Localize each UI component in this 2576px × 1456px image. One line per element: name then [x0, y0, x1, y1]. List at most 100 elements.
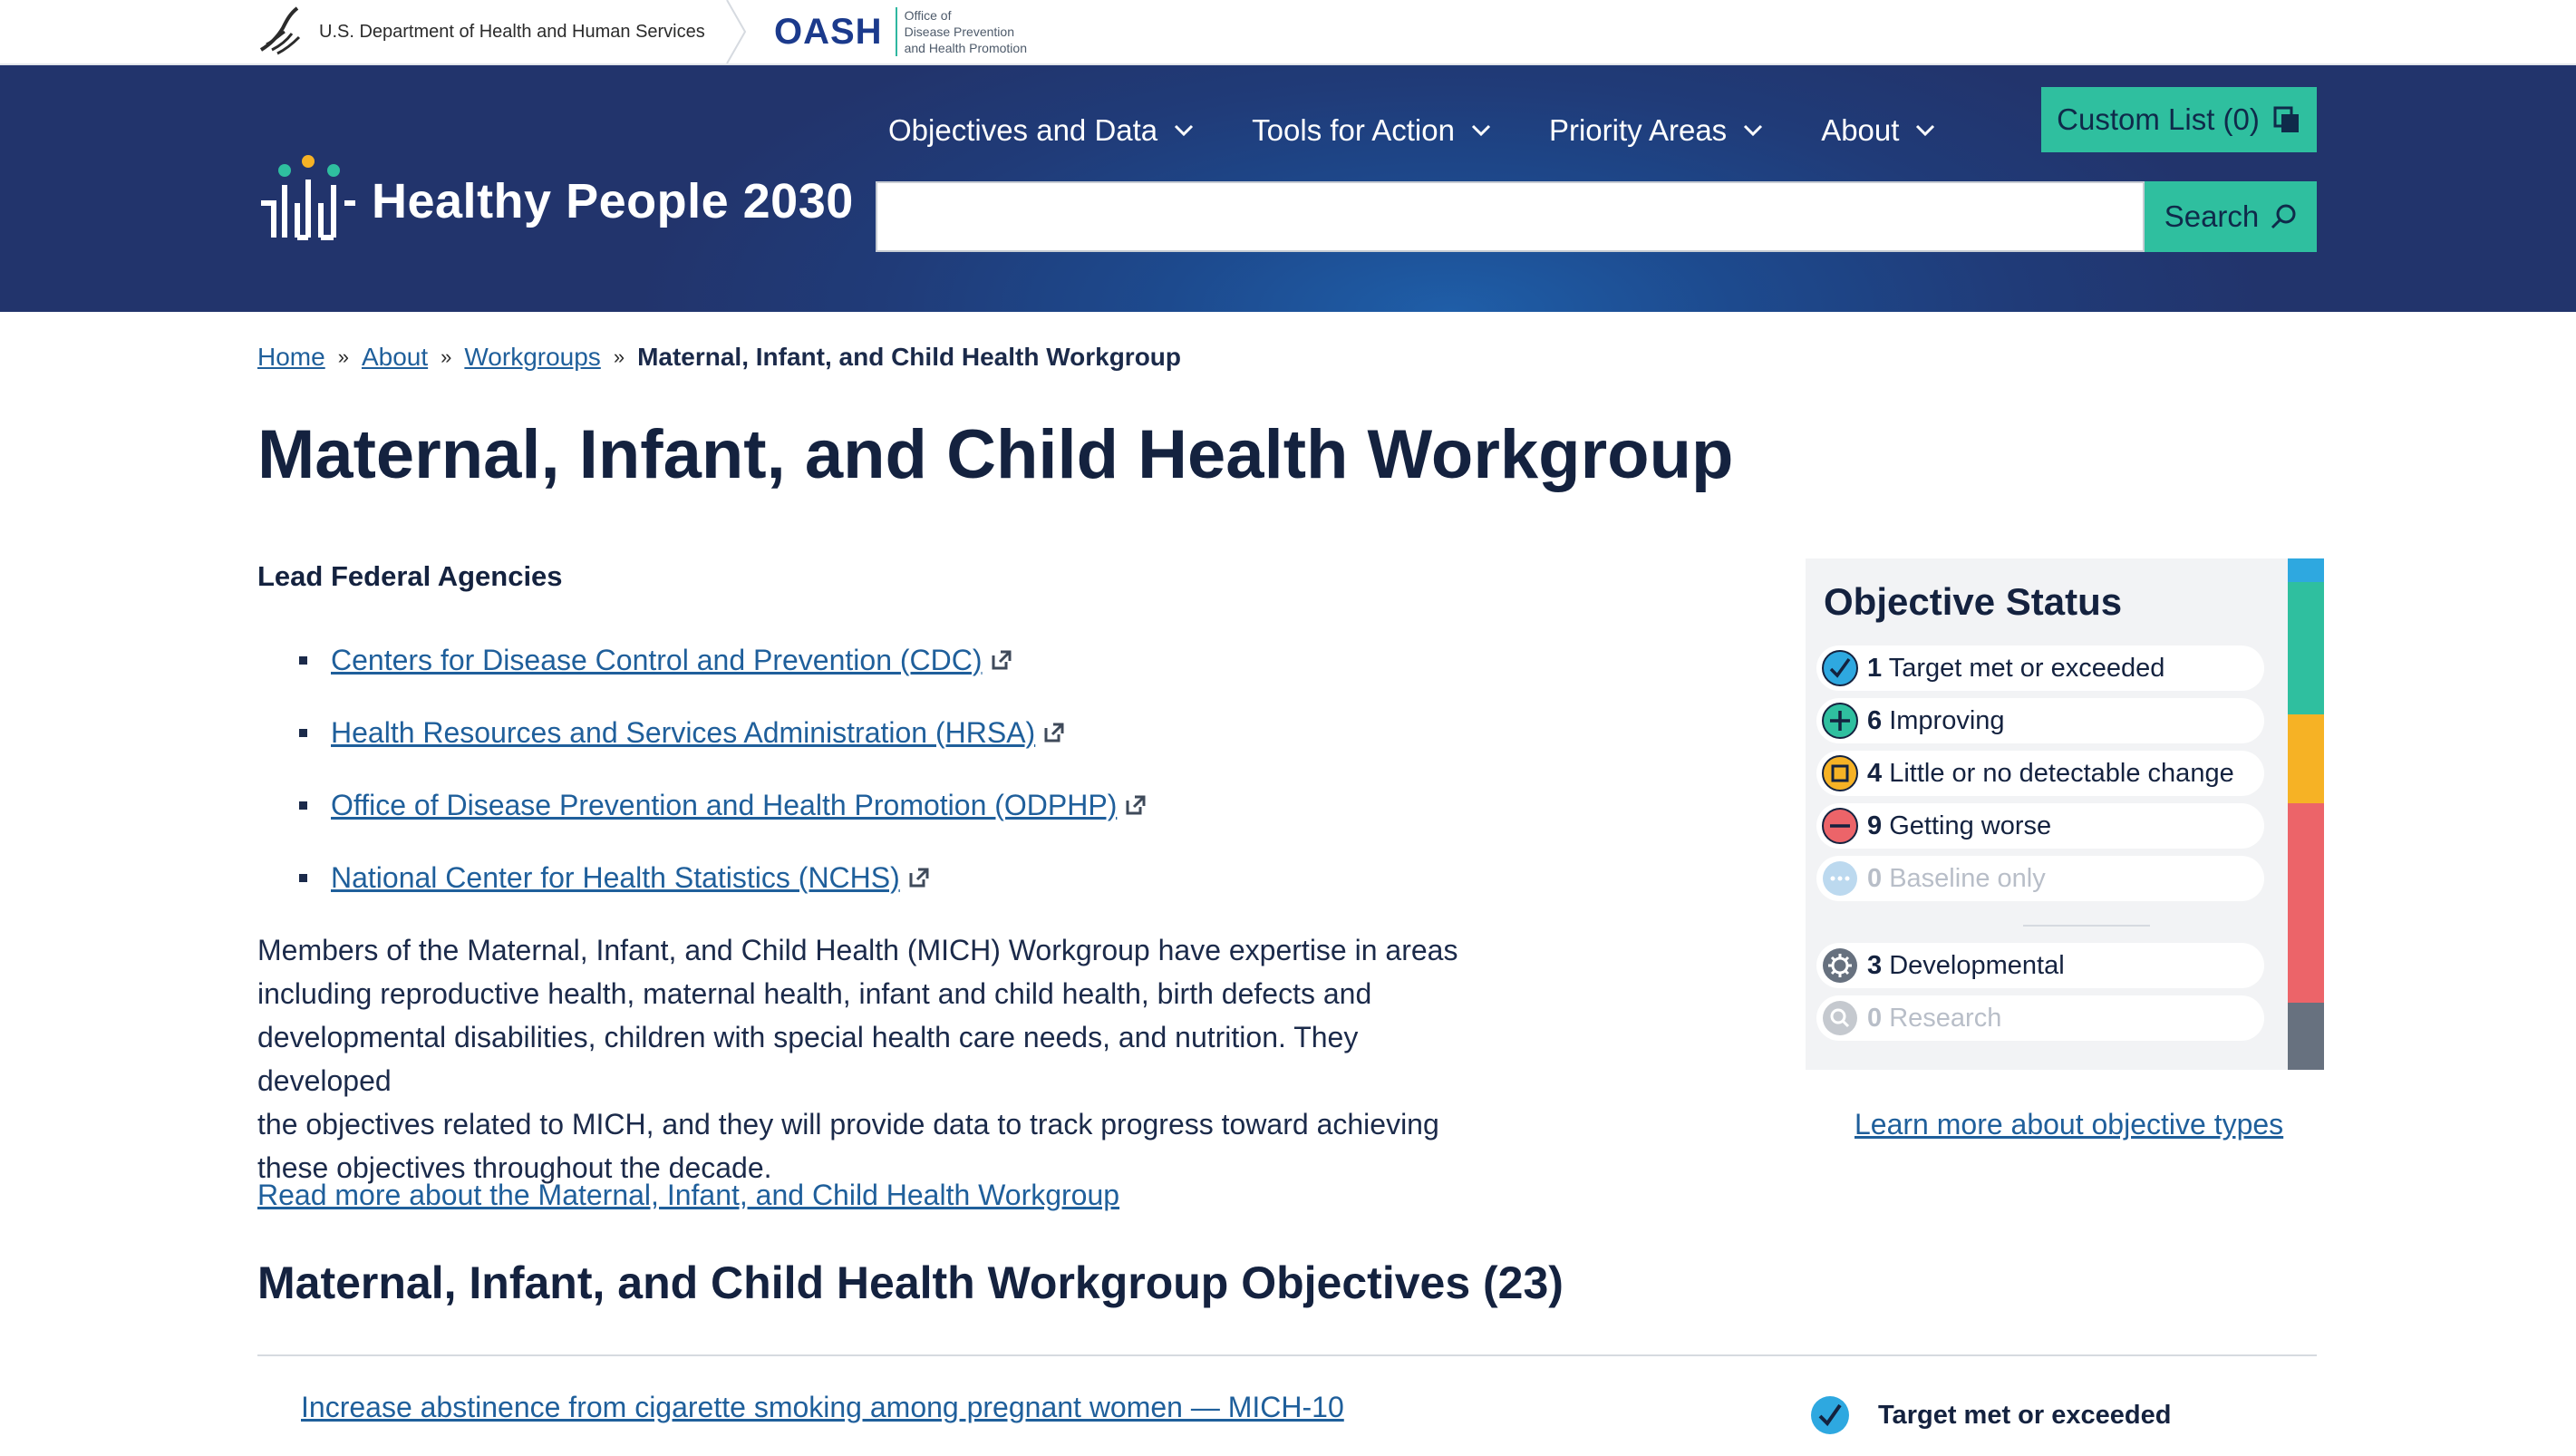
gov-banner: U.S. Department of Health and Human Serv…: [0, 0, 2576, 65]
square-icon: [1822, 755, 1858, 791]
oash-sub-line: Office of: [904, 8, 952, 23]
main-nav: Objectives and Data Tools for Action Pri…: [888, 105, 1993, 156]
status-bar-little-change: [2288, 714, 2324, 803]
description-line: developmental disabilities, children wit…: [257, 1021, 1359, 1097]
list-item: National Center for Health Statistics (N…: [299, 841, 1148, 914]
status-count: 0: [1867, 1003, 1883, 1033]
breadcrumb-workgroups[interactable]: Workgroups: [464, 343, 600, 372]
search-button[interactable]: Search: [2145, 181, 2317, 252]
description-line: the objectives related to MICH, and they…: [257, 1108, 1439, 1141]
site-header: Healthy People 2030 Objectives and Data …: [0, 65, 2576, 312]
external-link-icon: [1126, 795, 1146, 815]
search-button-label: Search: [2164, 199, 2260, 233]
divider: [257, 1354, 2317, 1356]
chevron-down-icon: [1916, 124, 1935, 137]
objective-status-panel: Objective Status 1 Target met or exceede…: [1806, 558, 2324, 1070]
description-line: Members of the Maternal, Infant, and Chi…: [257, 934, 1458, 966]
chevron-down-icon: [1471, 124, 1491, 137]
status-panel-title: Objective Status: [1824, 580, 2123, 623]
objective-status: Target met or exceeded: [1809, 1393, 2171, 1438]
status-bar-target-met: [2288, 558, 2324, 582]
status-row-baseline-only: 0 Baseline only: [1816, 856, 2264, 901]
learn-more-objective-types-link[interactable]: Learn more about objective types: [1855, 1108, 2283, 1141]
status-count: 0: [1867, 863, 1883, 893]
status-label: Research: [1889, 1003, 2002, 1033]
oash-link[interactable]: OASH Office of Disease Prevention and He…: [774, 0, 1027, 63]
nav-tools-for-action[interactable]: Tools for Action: [1252, 113, 1491, 148]
search-icon: [2271, 204, 2296, 229]
status-row-getting-worse[interactable]: 9 Getting worse: [1816, 803, 2264, 849]
bullet-icon: [299, 873, 307, 882]
nav-objectives-and-data[interactable]: Objectives and Data: [888, 113, 1194, 148]
nav-label: About: [1821, 113, 1900, 147]
breadcrumb: Home » About » Workgroups » Maternal, In…: [257, 337, 1181, 377]
objective-status-label: Target met or exceeded: [1878, 1400, 2172, 1430]
status-label: Target met or exceeded: [1888, 653, 2165, 683]
status-label: Little or no detectable change: [1889, 758, 2234, 788]
breadcrumb-current: Maternal, Infant, and Child Health Workg…: [637, 343, 1182, 371]
list-item: Centers for Disease Control and Preventi…: [299, 624, 1148, 696]
external-link-icon: [909, 868, 929, 888]
description-line: including reproductive health, maternal …: [257, 977, 1372, 1010]
site-title: Healthy People 2030: [372, 174, 854, 228]
breadcrumb-home[interactable]: Home: [257, 343, 325, 372]
workgroup-description: Members of the Maternal, Infant, and Chi…: [257, 928, 1472, 1189]
objectives-heading: Maternal, Infant, and Child Health Workg…: [257, 1257, 1564, 1308]
chevron-divider-icon: [726, 0, 747, 63]
agency-link-hrsa[interactable]: Health Resources and Services Administra…: [331, 716, 1035, 750]
breadcrumb-separator-icon: »: [441, 345, 452, 368]
oash-logo: OASH: [774, 11, 883, 52]
status-row-developmental[interactable]: 3 Developmental: [1816, 943, 2264, 988]
page-title: Maternal, Infant, and Child Health Workg…: [257, 416, 1734, 493]
status-count: 4: [1867, 758, 1883, 788]
hhs-label: U.S. Department of Health and Human Serv…: [319, 21, 705, 42]
agency-link-cdc[interactable]: Centers for Disease Control and Preventi…: [331, 644, 983, 677]
bullet-icon: [299, 655, 307, 665]
breadcrumb-separator-icon: »: [337, 345, 349, 368]
agency-list: Centers for Disease Control and Preventi…: [299, 624, 1148, 914]
external-link-icon: [1044, 723, 1064, 743]
status-count: 3: [1867, 950, 1883, 980]
oash-sub-line: and Health Promotion: [904, 41, 1027, 55]
oash-subtitle: Office of Disease Prevention and Health …: [895, 7, 1027, 56]
custom-list-button[interactable]: Custom List (0): [2041, 87, 2317, 152]
status-bar-getting-worse: [2288, 803, 2324, 1003]
breadcrumb-separator-icon: »: [613, 345, 625, 368]
status-label: Developmental: [1889, 950, 2065, 980]
status-row-target-met[interactable]: 1 Target met or exceeded: [1816, 645, 2264, 691]
list-item: Health Resources and Services Administra…: [299, 696, 1148, 769]
status-label: Improving: [1889, 705, 2005, 735]
nav-label: Objectives and Data: [888, 113, 1158, 147]
objective-link-mich-10[interactable]: Increase abstinence from cigarette smoki…: [301, 1391, 1344, 1424]
dots-icon: [1823, 861, 1857, 896]
minus-icon: [1822, 808, 1858, 844]
bullet-icon: [299, 801, 307, 810]
status-count: 9: [1867, 811, 1883, 840]
site-logo[interactable]: Healthy People 2030: [257, 154, 854, 249]
check-icon: [1811, 1396, 1849, 1434]
nav-priority-areas[interactable]: Priority Areas: [1549, 113, 1763, 148]
status-bar-developmental: [2288, 1003, 2324, 1070]
bullet-icon: [299, 728, 307, 737]
healthy-people-logo-icon: [257, 154, 359, 249]
status-row-research: 0 Research: [1816, 995, 2264, 1041]
agency-link-nchs[interactable]: National Center for Health Statistics (N…: [331, 861, 900, 895]
search-input[interactable]: [876, 181, 2145, 252]
oash-sub-line: Disease Prevention: [904, 24, 1014, 39]
status-label: Baseline only: [1889, 863, 2046, 893]
hhs-link[interactable]: U.S. Department of Health and Human Serv…: [257, 0, 705, 63]
agency-link-odphp[interactable]: Office of Disease Prevention and Health …: [331, 789, 1117, 822]
nav-label: Priority Areas: [1548, 113, 1728, 147]
chevron-down-icon: [1744, 124, 1763, 137]
plus-icon: [1822, 703, 1858, 739]
status-label: Getting worse: [1889, 811, 2052, 840]
nav-about[interactable]: About: [1821, 113, 1935, 148]
read-more-link[interactable]: Read more about the Maternal, Infant, an…: [257, 1179, 1119, 1212]
copy-icon: [2273, 106, 2299, 132]
status-row-little-change[interactable]: 4 Little or no detectable change: [1816, 751, 2264, 796]
status-row-improving[interactable]: 6 Improving: [1816, 698, 2264, 743]
breadcrumb-about[interactable]: About: [362, 343, 428, 372]
custom-list-label: Custom List (0): [2057, 102, 2260, 136]
check-icon: [1822, 650, 1858, 686]
hhs-eagle-icon: [257, 5, 305, 60]
